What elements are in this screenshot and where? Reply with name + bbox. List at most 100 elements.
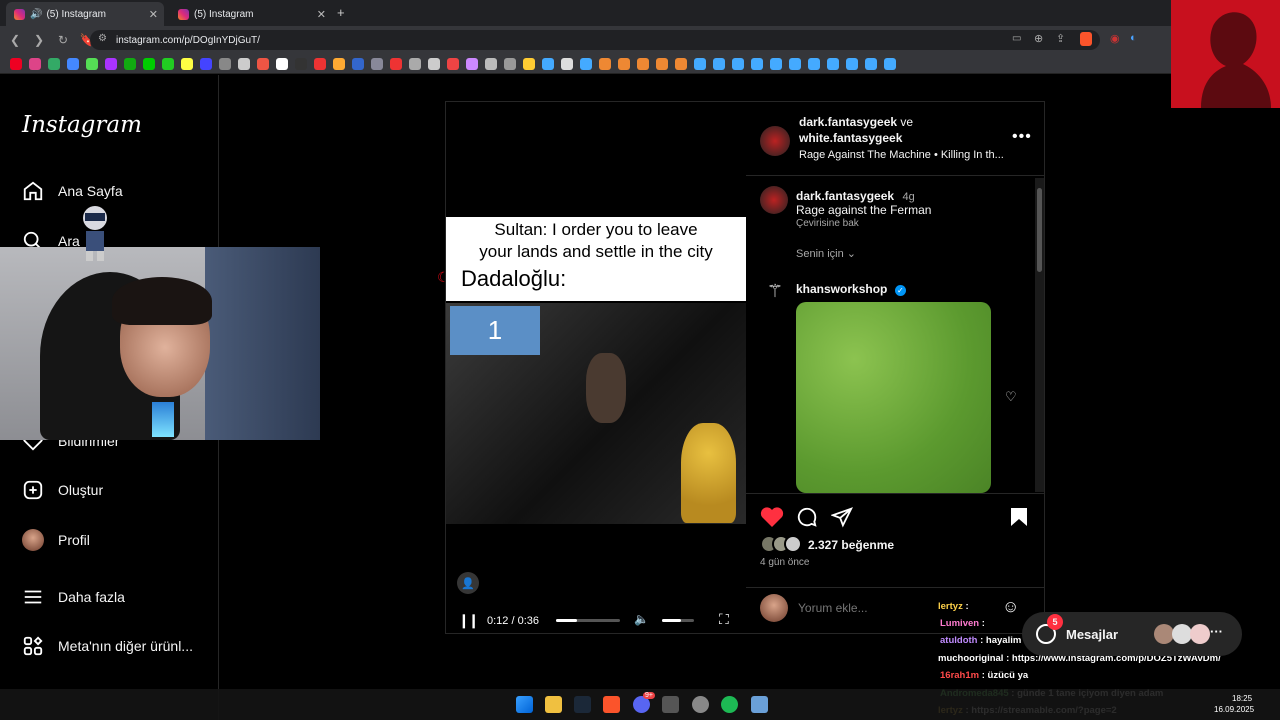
bookmark-icon[interactable] [10, 57, 22, 70]
bookmark-icon[interactable] [238, 57, 250, 70]
bookmark-icon[interactable] [751, 57, 763, 70]
bookmark-icon[interactable] [789, 57, 801, 70]
cast-icon[interactable]: ▭ [1012, 33, 1021, 44]
app-icon[interactable] [662, 696, 679, 713]
bookmark-icon[interactable] [808, 57, 820, 70]
file-explorer-icon[interactable] [545, 696, 562, 713]
bookmark-icon[interactable] [504, 57, 516, 70]
browser-tab[interactable]: (5) Instagram ✕ [170, 2, 332, 26]
for-you-dropdown[interactable]: Senin için ⌄ [796, 247, 856, 260]
start-icon[interactable] [516, 696, 533, 713]
bookmark-icon[interactable] [542, 57, 554, 70]
brave-icon[interactable] [603, 696, 620, 713]
avatar[interactable] [760, 186, 788, 214]
fullscreen-icon[interactable]: ⛶ [719, 611, 729, 628]
bookmark-icon[interactable] [694, 57, 706, 70]
comment-icon[interactable] [796, 506, 818, 528]
url-field[interactable]: ⚙ instagram.com/p/DOgInYDjGuT/ [90, 30, 1100, 50]
bookmark-icon[interactable] [656, 57, 668, 70]
video-progress-bar[interactable] [556, 619, 620, 622]
share-icon[interactable] [831, 506, 853, 528]
app-icon[interactable] [751, 696, 768, 713]
bookmark-icon[interactable] [29, 57, 41, 70]
avatar[interactable] [760, 126, 790, 156]
emoji-icon[interactable]: ☺ [1002, 597, 1019, 617]
forward-icon[interactable]: ❯ [30, 33, 48, 47]
bookmark-icon[interactable] [675, 57, 687, 70]
extension-icon[interactable]: ◐ [1130, 32, 1137, 44]
bookmark-icon[interactable] [485, 57, 497, 70]
sidebar-item-profile[interactable]: Profil [22, 529, 90, 551]
pause-icon[interactable]: ❙❙ [458, 612, 480, 629]
bookmark-icon[interactable] [143, 57, 155, 70]
steam-icon[interactable] [574, 696, 591, 713]
bookmark-icon[interactable] [827, 57, 839, 70]
bookmark-icon[interactable] [618, 57, 630, 70]
bookmark-icon[interactable] [561, 57, 573, 70]
site-info-icon[interactable]: ⚙ [98, 33, 107, 44]
bookmark-icon[interactable] [371, 57, 383, 70]
bookmark-icon[interactable] [257, 57, 269, 70]
sidebar-item-more[interactable]: Daha fazla [22, 586, 125, 608]
bookmark-icon[interactable] [352, 57, 364, 70]
bookmark-icon[interactable] [390, 57, 402, 70]
sidebar-item-home[interactable]: Ana Sayfa [22, 180, 123, 202]
volume-slider[interactable] [662, 619, 694, 622]
discord-icon[interactable]: 9+ [633, 692, 655, 713]
spotify-icon[interactable] [721, 696, 738, 713]
like-count[interactable]: 2.327 beğenme [808, 538, 894, 552]
see-translation-link[interactable]: Çevirisine bak [796, 218, 859, 229]
close-tab-icon[interactable]: ✕ [317, 8, 326, 21]
volume-icon[interactable]: 🔈 [634, 612, 649, 626]
close-tab-icon[interactable]: ✕ [149, 8, 158, 21]
share-icon[interactable]: ⇪ [1056, 32, 1065, 45]
bookmark-icon[interactable] [295, 57, 307, 70]
comment-gif[interactable] [796, 302, 991, 493]
bookmark-icon[interactable] [86, 57, 98, 70]
browser-tab[interactable]: 🔊 (5) Instagram ✕ [6, 2, 164, 26]
bookmark-icon[interactable] [276, 57, 288, 70]
bookmark-icon[interactable] [124, 57, 136, 70]
bookmark-icon[interactable] [865, 57, 877, 70]
bookmark-icon[interactable] [732, 57, 744, 70]
saved-bookmark-icon[interactable] [1010, 507, 1028, 527]
bookmark-icon[interactable] [181, 57, 193, 70]
audio-track-link[interactable]: Rage Against The Machine • Killing In th… [799, 149, 1004, 161]
liker-avatars[interactable] [760, 535, 804, 553]
bookmark-icon[interactable] [314, 57, 326, 70]
bookmark-icon[interactable] [466, 57, 478, 70]
bookmark-icon[interactable] [846, 57, 858, 70]
khansworkshop-avatar[interactable]: ⚚ [762, 281, 788, 307]
bookmark-icon[interactable] [770, 57, 782, 70]
bookmark-icon[interactable] [67, 57, 79, 70]
liked-heart-icon[interactable] [760, 506, 784, 528]
messages-button[interactable]: 5 Mesajlar ··· [1022, 612, 1242, 656]
bookmark-icon[interactable] [637, 57, 649, 70]
obs-icon[interactable] [692, 696, 709, 713]
bookmark-icon[interactable] [428, 57, 440, 70]
bookmark-icon[interactable] [219, 57, 231, 70]
bookmark-icon[interactable] [48, 57, 60, 70]
post-author[interactable]: dark.fantasygeek [799, 115, 897, 129]
caption-author[interactable]: dark.fantasygeek [796, 189, 894, 203]
scrollbar-thumb[interactable] [1037, 188, 1042, 272]
comment-author[interactable]: khansworkshop [796, 282, 887, 296]
like-comment-icon[interactable]: ♡ [1005, 389, 1017, 405]
post-time[interactable]: 4 gün önce [760, 557, 810, 568]
brave-shield-icon[interactable] [1080, 32, 1092, 46]
bookmark-icon[interactable] [333, 57, 345, 70]
bookmark-icon[interactable] [409, 57, 421, 70]
zoom-icon[interactable]: ⊕ [1034, 32, 1043, 45]
back-icon[interactable]: ❮ [6, 33, 24, 47]
bookmark-icon[interactable] [599, 57, 611, 70]
instagram-logo[interactable]: Instagram [22, 112, 142, 138]
bookmark-icon[interactable] [105, 57, 117, 70]
sidebar-item-create[interactable]: Oluştur [22, 479, 103, 501]
bookmark-icon[interactable] [580, 57, 592, 70]
post-coauthor[interactable]: white.fantasygeek [799, 131, 902, 145]
reload-icon[interactable]: ↻ [54, 33, 72, 47]
extension-icon[interactable]: ◉ [1110, 32, 1120, 45]
bookmark-icon[interactable] [523, 57, 535, 70]
new-tab-button[interactable]: + [337, 5, 345, 20]
bookmark-icon[interactable] [884, 57, 896, 70]
